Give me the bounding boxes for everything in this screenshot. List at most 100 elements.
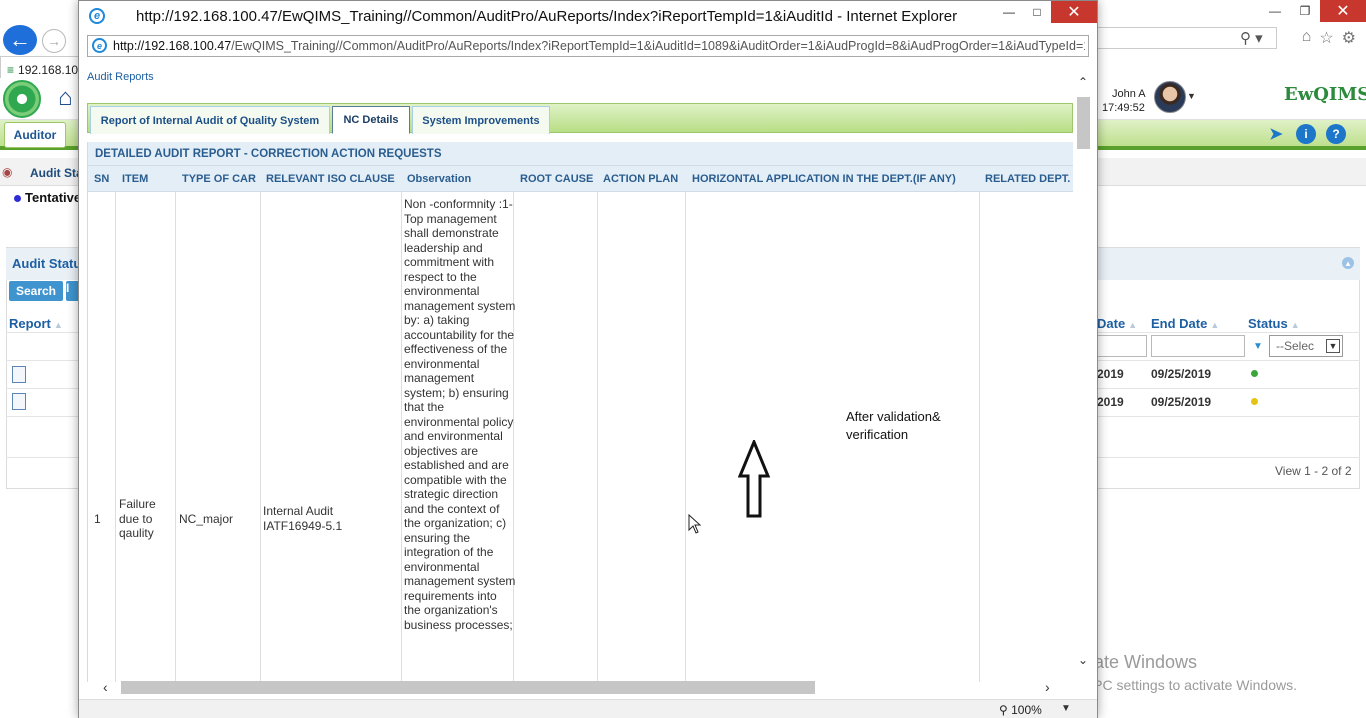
annotation-note: After validation& verification bbox=[846, 409, 941, 442]
th-horizontal-application: HORIZONTAL APPLICATION IN THE DEPT.(IF A… bbox=[692, 173, 956, 185]
favorites-star-icon[interactable]: ☆ bbox=[1319, 28, 1333, 48]
tab-system-improvements[interactable]: System Improvements bbox=[412, 106, 550, 134]
start-date-cell: 2019 bbox=[1097, 367, 1124, 381]
col-status[interactable]: Status ▲ bbox=[1248, 316, 1300, 331]
collapse-icon[interactable]: ▲ bbox=[1342, 257, 1354, 269]
popup-url[interactable]: http://192.168.100.47/EwQIMS_Training//C… bbox=[113, 39, 1085, 53]
user-name: John A bbox=[1112, 88, 1146, 100]
popup-title: http://192.168.100.47/EwQIMS_Training//C… bbox=[136, 8, 958, 25]
end-date-cell: 09/25/2019 bbox=[1151, 367, 1212, 381]
brand-text: EwQIMS bbox=[1284, 84, 1366, 105]
menu-auditor[interactable]: Auditor bbox=[4, 122, 66, 148]
col-date-label: Date bbox=[1097, 316, 1126, 331]
nc-table: DETAILED AUDIT REPORT - CORRECTION ACTIO… bbox=[87, 142, 1073, 682]
parent-browser-tab[interactable]: ≡ 192.168.10 bbox=[0, 56, 80, 78]
cell-item: Failure due to qaulity bbox=[119, 497, 156, 540]
zoom-level[interactable]: ⚲ 100% bbox=[999, 703, 1042, 717]
minimize-icon[interactable]: — bbox=[1260, 0, 1290, 22]
end-date-filter-input[interactable] bbox=[1151, 335, 1245, 357]
scroll-right-icon[interactable]: › bbox=[1045, 679, 1050, 695]
column-divider bbox=[175, 192, 176, 682]
th-iso-clause: RELEVANT ISO CLAUSE bbox=[266, 173, 395, 185]
minimize-icon[interactable]: — bbox=[995, 1, 1023, 23]
sort-icon: ▲ bbox=[1210, 320, 1220, 330]
section-heading: DETAILED AUDIT REPORT - CORRECTION ACTIO… bbox=[88, 142, 1073, 166]
column-divider bbox=[115, 192, 116, 682]
col-report-label: Report bbox=[9, 316, 51, 331]
sort-icon: ▲ bbox=[1290, 320, 1300, 330]
brand-logo: EwQIMS bbox=[1284, 84, 1366, 105]
search-icon[interactable]: ⚲ ▾ bbox=[1240, 29, 1263, 47]
close-icon[interactable]: ✕ bbox=[1320, 0, 1366, 22]
scroll-left-icon[interactable]: ‹ bbox=[103, 679, 108, 695]
status-dot bbox=[1251, 398, 1258, 405]
search-button[interactable]: Search bbox=[9, 281, 63, 301]
app-logo-icon[interactable] bbox=[3, 80, 41, 118]
avatar[interactable] bbox=[1154, 81, 1186, 113]
tab-nc-details[interactable]: NC Details bbox=[332, 106, 410, 134]
end-date-cell: 09/25/2019 bbox=[1151, 395, 1212, 409]
pin-icon[interactable]: ➤ bbox=[1266, 124, 1286, 144]
url-host: http://192.168.100.47 bbox=[113, 39, 232, 53]
sort-icon: ▲ bbox=[1128, 320, 1138, 330]
chevron-down-icon[interactable]: ▼ bbox=[1187, 91, 1196, 101]
sort-icon: ▲ bbox=[53, 320, 63, 330]
horizontal-scrollbar[interactable]: ‹ › bbox=[99, 679, 1059, 699]
help-icon[interactable]: ? bbox=[1326, 124, 1346, 144]
horizontal-scroll-thumb[interactable] bbox=[121, 681, 815, 694]
up-arrow-icon bbox=[738, 440, 770, 518]
breadcrumb-icon: ◉ bbox=[2, 165, 13, 179]
cell-sn: 1 bbox=[94, 512, 101, 526]
back-arrow-icon[interactable]: ← bbox=[3, 25, 37, 55]
app-home-icon[interactable]: ⌂ bbox=[58, 84, 73, 112]
maximize-icon[interactable]: □ bbox=[1023, 1, 1051, 23]
popup-window-controls: — □ ✕ bbox=[995, 1, 1097, 23]
parent-toolbar-icons: ⌂ ☆ ⚙ bbox=[1302, 28, 1356, 48]
mouse-cursor-icon bbox=[688, 514, 702, 534]
zoom-icon: ⚲ bbox=[999, 703, 1012, 717]
home-icon[interactable]: ⌂ bbox=[1302, 28, 1312, 48]
report-file-icon[interactable] bbox=[12, 366, 26, 383]
tab-internal-audit-report[interactable]: Report of Internal Audit of Quality Syst… bbox=[90, 106, 330, 134]
menu-right-icons: ➤ i ? bbox=[1266, 124, 1346, 144]
vertical-scroll-thumb[interactable] bbox=[1077, 97, 1090, 149]
table-header-row: SN ITEM TYPE OF CAR RELEVANT ISO CLAUSE … bbox=[88, 166, 1073, 192]
scroll-up-icon[interactable]: ⌃ bbox=[1078, 75, 1088, 89]
th-type-of-car: TYPE OF CAR bbox=[182, 173, 256, 185]
filter-funnel-icon[interactable]: ▼ bbox=[1253, 341, 1263, 352]
popup-address-bar[interactable]: e http://192.168.100.47/EwQIMS_Training/… bbox=[87, 35, 1089, 57]
close-icon[interactable]: ✕ bbox=[1051, 1, 1097, 23]
url-path: /EwQIMS_Training//Common/AuditPro/AuRepo… bbox=[231, 39, 1085, 53]
column-divider bbox=[685, 192, 686, 682]
parent-window-controls: — ❐ ✕ bbox=[1260, 0, 1366, 22]
date-filter-input[interactable] bbox=[1097, 335, 1147, 357]
ie-icon: e bbox=[89, 8, 105, 24]
col-status-label: Status bbox=[1248, 316, 1288, 331]
info-icon[interactable]: i bbox=[1296, 124, 1316, 144]
restore-icon[interactable]: ❐ bbox=[1290, 0, 1320, 22]
chevron-down-icon: ▼ bbox=[1326, 339, 1340, 353]
cell-iso-clause: Internal Audit IATF16949-5.1 bbox=[263, 504, 343, 533]
report-tabs: Report of Internal Audit of Quality Syst… bbox=[87, 103, 1073, 134]
popup-status-bar: ⚲ 100% ▼ bbox=[79, 699, 1097, 718]
status-filter-value: --Selec bbox=[1276, 339, 1315, 353]
th-root-cause: ROOT CAUSE bbox=[520, 173, 594, 185]
chevron-down-icon[interactable]: ▼ bbox=[1061, 703, 1071, 714]
forward-arrow-icon[interactable]: → bbox=[42, 29, 66, 53]
audit-status-title: Audit Statu bbox=[12, 256, 82, 271]
th-item: ITEM bbox=[122, 173, 149, 185]
site-favicon-icon: ≡ bbox=[7, 62, 15, 77]
popup-ie-window: e http://192.168.100.47/EwQIMS_Training/… bbox=[78, 0, 1098, 718]
col-report[interactable]: Report ▲ bbox=[9, 316, 63, 331]
pager-count: View 1 - 2 of 2 bbox=[1275, 464, 1352, 478]
col-end-date[interactable]: End Date ▲ bbox=[1151, 316, 1219, 331]
breadcrumb-label[interactable]: Audit Sta bbox=[30, 166, 83, 180]
report-file-icon[interactable] bbox=[12, 393, 26, 410]
settings-gear-icon[interactable]: ⚙ bbox=[1342, 28, 1356, 48]
scroll-down-icon[interactable]: ⌄ bbox=[1078, 653, 1088, 667]
vertical-scrollbar[interactable]: ⌃ ⌄ bbox=[1075, 75, 1093, 667]
status-dot bbox=[1251, 370, 1258, 377]
cell-observation: Non -conformnity :1-Top management shall… bbox=[404, 197, 516, 632]
status-filter-select[interactable]: --Selec ▼ bbox=[1269, 335, 1343, 357]
col-date[interactable]: Date ▲ bbox=[1097, 316, 1137, 331]
